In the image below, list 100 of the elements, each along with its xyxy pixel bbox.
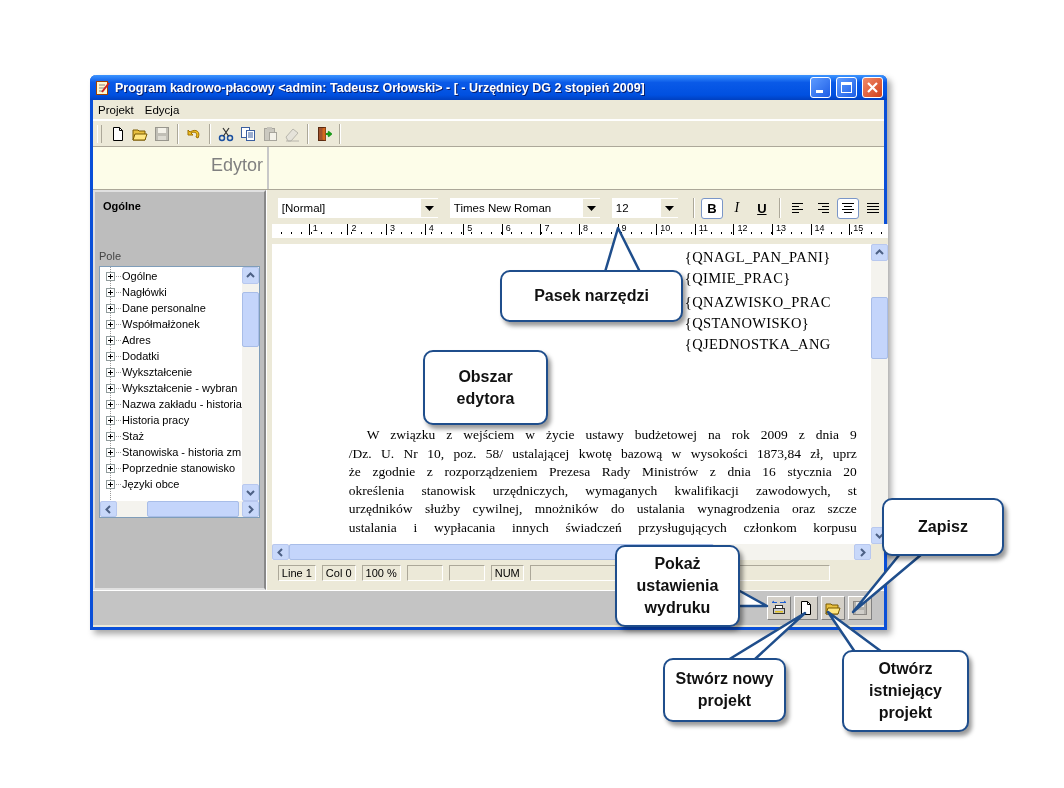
expand-toggle[interactable] — [106, 351, 115, 361]
expand-toggle[interactable] — [106, 287, 115, 297]
dropdown-arrow-icon[interactable] — [424, 205, 434, 211]
expand-toggle[interactable] — [106, 383, 115, 393]
expand-toggle[interactable] — [106, 303, 115, 313]
expand-toggle[interactable] — [106, 319, 115, 329]
align-left-icon — [789, 200, 806, 216]
tree-item[interactable]: Ogólne — [122, 270, 158, 282]
merge-field: {QJEDNOSTKA_ANG — [684, 334, 831, 355]
scroll-down-button[interactable] — [241, 484, 259, 501]
ruler-number: 1 — [308, 224, 348, 235]
underline-button[interactable]: U — [750, 197, 773, 219]
door-icon[interactable] — [316, 125, 332, 142]
document-text-line: ustalania i wypłacania innych świadczeń przysługujących członkom korpusu — [348, 518, 857, 537]
merge-field: {QNAZWISKO_PRAC — [684, 292, 831, 313]
style-dropdown[interactable]: [Normal] — [277, 198, 438, 218]
expand-toggle[interactable] — [106, 271, 115, 281]
font-dropdown[interactable]: Times New Roman — [449, 198, 600, 218]
tree-item[interactable]: Historia pracy — [122, 414, 190, 426]
menu-item[interactable]: Edycja — [144, 103, 180, 116]
document-text-line: określenia stanowisk urzędniczych, wymaganych kwalifikacji zawodowych, st — [348, 481, 857, 500]
scroll-right-button[interactable] — [853, 544, 871, 560]
scrollbar[interactable] — [100, 501, 259, 517]
ruler-number: 6 — [501, 224, 541, 235]
expand-toggle[interactable] — [106, 367, 115, 377]
tree-item[interactable]: Stanowiska - historia zm — [122, 446, 242, 458]
tree-item[interactable]: Adres — [122, 334, 151, 346]
ruler-number: 14 — [810, 224, 850, 235]
status-cell — [406, 565, 443, 581]
tree-item[interactable]: Staż — [122, 430, 144, 442]
page-icon[interactable] — [110, 125, 126, 142]
chevron-right-icon — [245, 504, 255, 514]
chevron-down-icon — [245, 488, 255, 497]
expand-toggle[interactable] — [106, 415, 115, 425]
callout-tooltip: Pokaż ustawienia wydruku — [615, 545, 740, 627]
tree-item[interactable]: Języki obce — [122, 478, 180, 490]
document-text-line: /Dz. U. Nr 10, poz. 58/ ustalającej kwotę bazową w wysokości 1873,84 zł, uprz — [348, 444, 857, 463]
merge-field: {QIMIE_PRAC} — [684, 268, 791, 289]
scroll-up-button[interactable] — [241, 267, 259, 284]
pages-icon[interactable] — [240, 125, 256, 142]
status-cell: Col 0 — [321, 565, 356, 581]
ruler-number: 3 — [386, 224, 425, 235]
callout-tooltip: Stwórz nowy projekt — [663, 658, 786, 722]
menu-item[interactable]: Projekt — [98, 103, 134, 116]
tree-item[interactable]: Dane personalne — [122, 302, 206, 314]
expand-toggle[interactable] — [106, 463, 115, 473]
expand-toggle[interactable] — [106, 399, 115, 409]
close-button[interactable] — [862, 77, 883, 98]
tree-item[interactable]: Nagłówki — [122, 286, 167, 298]
align-center-button[interactable] — [836, 197, 859, 219]
ruler-number: 2 — [347, 224, 387, 235]
status-cell: 100 % — [361, 565, 401, 581]
scroll-right-button[interactable] — [241, 501, 259, 517]
dropdown-arrow-icon[interactable] — [664, 205, 674, 211]
dropdown-arrow-icon[interactable] — [586, 205, 596, 211]
scroll-thumb[interactable] — [241, 292, 259, 347]
ruler-number: 4 — [424, 224, 464, 235]
scroll-thumb[interactable] — [147, 501, 239, 517]
tree-item[interactable]: Wykształcenie — [122, 366, 193, 378]
italic-button[interactable]: I — [725, 197, 748, 219]
chevron-up-icon — [245, 271, 255, 280]
scrollbar[interactable] — [241, 267, 259, 501]
notepad-icon — [94, 79, 110, 96]
merge-field: {QNAGL_PAN_PANI} — [684, 247, 831, 268]
window-title: Program kadrowo-płacowy <admin: Tadeusz Orłowski> - [ - Urzędnicy DG 2 stopień 2009] — [115, 80, 646, 95]
ruler-number: 15 — [849, 224, 888, 235]
ruler-number: 7 — [540, 224, 579, 235]
ruler-number: 13 — [771, 224, 811, 235]
callout-tooltip: Zapisz — [882, 498, 1004, 556]
chevron-left-icon — [275, 547, 285, 557]
size-dropdown[interactable]: 12 — [611, 198, 678, 218]
callout-tooltip: Obszar edytora — [423, 350, 548, 425]
expand-toggle[interactable] — [106, 447, 115, 457]
scroll-left-button[interactable] — [271, 544, 289, 560]
tree-item[interactable]: Współmałżonek — [122, 318, 200, 330]
merge-field: {QSTANOWISKO} — [684, 313, 810, 334]
status-cell: NUM — [490, 565, 524, 581]
chevron-up-icon — [874, 248, 884, 257]
scissors-icon[interactable] — [218, 125, 234, 142]
ruler-number: 11 — [694, 224, 734, 235]
bold-button[interactable]: B — [700, 197, 723, 219]
minimize-button[interactable] — [810, 77, 831, 98]
status-cell: Line 1 — [277, 565, 316, 581]
expand-toggle[interactable] — [106, 431, 115, 441]
ruler-number: 10 — [656, 224, 695, 235]
expand-toggle[interactable] — [106, 335, 115, 345]
field-label: Pole — [99, 250, 123, 262]
tree-item[interactable]: Dodatki — [122, 350, 160, 362]
tree-item[interactable]: Nazwa zakładu - historia — [122, 398, 242, 410]
tree-item[interactable]: Wykształcenie - wybran — [122, 382, 238, 394]
status-cell — [448, 565, 485, 581]
maximize-button[interactable] — [836, 77, 857, 98]
tree-item[interactable]: Poprzednie stanowisko — [122, 462, 236, 474]
scroll-left-button[interactable] — [100, 501, 117, 517]
align-center-icon — [839, 200, 856, 216]
document-text-line: że zgodnie z rozporządzeniem Prezesa Rady Ministrów z dnia 16 stycznia 20 — [348, 463, 857, 481]
section-heading: Ogólne — [103, 200, 142, 212]
expand-toggle[interactable] — [106, 479, 115, 489]
justify-icon — [864, 200, 881, 216]
ruler-number: 12 — [733, 224, 772, 235]
